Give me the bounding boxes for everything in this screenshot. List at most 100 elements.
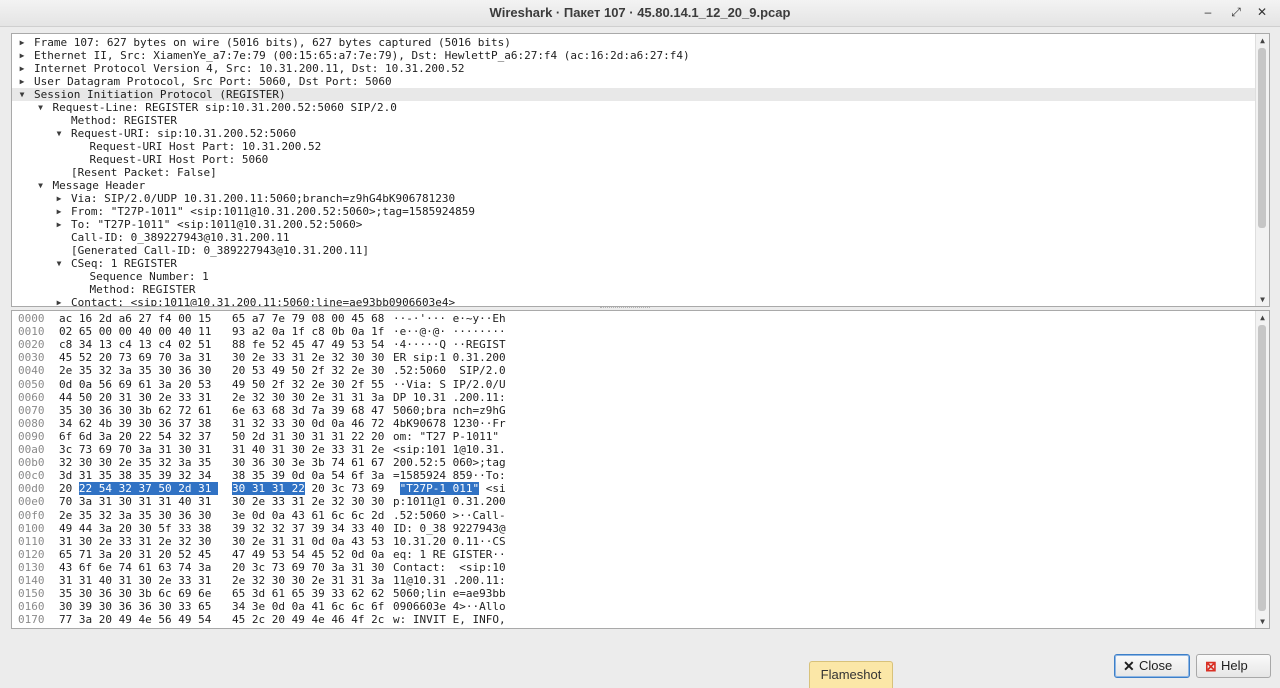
expand-arrow-icon[interactable]: ▶ — [17, 49, 27, 62]
hex-row[interactable]: 0090 6f 6d 3a 20 22 54 32 37 50 2d 31 30 3… — [12, 430, 1255, 443]
hex-bytes-left: 30 39 30 36 36 30 33 65 — [59, 600, 212, 614]
hex-row[interactable]: 0130 43 6f 6e 74 61 63 74 3a 20 3c 73 69 7… — [12, 561, 1255, 574]
hex-row[interactable]: 0040 2e 35 32 3a 35 30 36 30 20 53 49 50 2… — [12, 364, 1255, 377]
hex-offset: 0120 — [18, 547, 45, 561]
hex-row[interactable]: 0160 30 39 30 36 36 30 33 65 34 3e 0d 0a 4… — [12, 600, 1255, 613]
help-button[interactable]: ⊠ Help — [1196, 654, 1271, 678]
tree-row[interactable]: ▶ Frame 107: 627 bytes on wire (5016 bits… — [12, 36, 1255, 49]
scroll-down-arrow-icon[interactable]: ▼ — [1256, 293, 1269, 306]
scroll-up-arrow-icon[interactable]: ▲ — [1256, 34, 1269, 47]
minimize-button[interactable]: – — [1198, 3, 1218, 21]
hex-row[interactable]: 0050 0d 0a 56 69 61 3a 20 53 49 50 2f 32 2… — [12, 378, 1255, 391]
hex-bytes-right: 45 2c 20 49 4e 46 4f 2c — [232, 613, 385, 627]
hex-row[interactable]: 0020 c8 34 13 c4 13 c4 02 51 88 fe 52 45 4… — [12, 338, 1255, 351]
hex-row[interactable]: 0150 35 30 36 30 3b 6c 69 6e 65 3d 61 65 3… — [12, 587, 1255, 600]
scroll-down-arrow-icon[interactable]: ▼ — [1256, 615, 1269, 628]
tree-row[interactable]: ▶ Via: SIP/2.0/UDP 10.31.200.11:5060;bran… — [12, 192, 1255, 205]
tree-row[interactable]: ▼ Message Header — [12, 179, 1255, 192]
hex-row[interactable]: 0080 34 62 4b 39 30 36 37 38 31 32 33 30 0… — [12, 417, 1255, 430]
hex-row[interactable]: 0060 44 50 20 31 30 2e 33 31 2e 32 30 30 2… — [12, 391, 1255, 404]
collapse-arrow-icon[interactable]: ▼ — [36, 101, 46, 114]
hex-vertical-scrollbar[interactable]: ▲ ▼ — [1255, 311, 1269, 628]
tree-row[interactable]: [Resent Packet: False] — [12, 166, 1255, 179]
collapse-arrow-icon[interactable]: ▼ — [36, 179, 46, 192]
hex-row[interactable]: 00e0 70 3a 31 30 31 31 40 31 30 2e 33 31 2… — [12, 495, 1255, 508]
tree-row[interactable]: Request-URI Host Port: 5060 — [12, 153, 1255, 166]
tree-row[interactable]: ▼ Request-Line: REGISTER sip:10.31.200.52… — [12, 101, 1255, 114]
hex-ascii: ER sip:1 0.31.200 — [393, 351, 506, 365]
hex-offset: 0130 — [18, 560, 45, 574]
tree-row[interactable]: ▼ CSeq: 1 REGISTER — [12, 257, 1255, 270]
hex-bytes-right: 20 3c 73 69 70 3a 31 30 — [232, 560, 385, 574]
tree-row[interactable]: ▼ Request-URI: sip:10.31.200.52:5060 — [12, 127, 1255, 140]
close-window-button[interactable]: ✕ — [1252, 3, 1272, 21]
tree-row[interactable]: Method: REGISTER — [12, 283, 1255, 296]
hex-bytes-right: 30 2e 31 31 0d 0a 43 53 — [232, 534, 385, 548]
tree-row[interactable]: Call-ID: 0_389227943@10.31.200.11 — [12, 231, 1255, 244]
hex-row[interactable]: 0100 49 44 3a 20 30 5f 33 38 39 32 32 37 3… — [12, 522, 1255, 535]
hex-row[interactable]: 00f0 2e 35 32 3a 35 30 36 30 3e 0d 0a 43 6… — [12, 509, 1255, 522]
scroll-up-arrow-icon[interactable]: ▲ — [1256, 311, 1269, 324]
tree-row[interactable]: ▶ Ethernet II, Src: XiamenYe_a7:7e:79 (00… — [12, 49, 1255, 62]
scroll-thumb[interactable] — [1258, 48, 1266, 228]
hex-bytes-left: 31 30 2e 33 31 2e 32 30 — [59, 534, 212, 548]
expand-arrow-icon[interactable]: ▶ — [54, 192, 64, 205]
hex-ascii: w: INVIT E, INFO, — [393, 613, 506, 627]
expand-arrow-icon[interactable]: ▶ — [54, 296, 64, 306]
hex-row[interactable]: 0140 31 31 40 31 30 2e 33 31 2e 32 30 30 2… — [12, 574, 1255, 587]
hex-bytes-left: 70 3a 31 30 31 31 40 31 — [59, 495, 212, 509]
tree-row[interactable]: Sequence Number: 1 — [12, 270, 1255, 283]
hex-row[interactable]: 0000 ac 16 2d a6 27 f4 00 15 65 a7 7e 79 0… — [12, 312, 1255, 325]
scroll-thumb[interactable] — [1258, 325, 1266, 611]
hex-bytes-right: 20 53 49 50 2f 32 2e 30 — [232, 364, 385, 378]
hex-bytes-left: 3c 73 69 70 3a 31 30 31 — [59, 443, 212, 456]
packet-bytes-pane[interactable]: 0000 ac 16 2d a6 27 f4 00 15 65 a7 7e 79 0… — [11, 310, 1270, 629]
hex-bytes-right: 93 a2 0a 1f c8 0b 0a 1f — [232, 325, 385, 339]
tree-row[interactable]: ▶ Internet Protocol Version 4, Src: 10.31… — [12, 62, 1255, 75]
hex-row[interactable]: 00c0 3d 31 35 38 35 39 32 34 38 35 39 0d 0… — [12, 469, 1255, 482]
flameshot-taskbar-item[interactable]: Flameshot — [809, 661, 893, 688]
restore-button[interactable]: ⤢ — [1226, 3, 1246, 21]
expand-arrow-icon[interactable]: ▶ — [17, 36, 27, 49]
hex-offset: 0160 — [18, 600, 45, 614]
hex-bytes-left: 34 62 4b 39 30 36 37 38 — [59, 416, 212, 430]
collapse-arrow-icon[interactable]: ▼ — [54, 127, 64, 140]
hex-bytes-left: 6f 6d 3a 20 22 54 32 37 — [59, 429, 212, 443]
tree-row[interactable]: [Generated Call-ID: 0_389227943@10.31.20… — [12, 244, 1255, 257]
hex-bytes-right: 30 2e 33 31 2e 32 30 30 — [232, 495, 385, 509]
hex-row[interactable]: 0030 45 52 20 73 69 70 3a 31 30 2e 33 31 2… — [12, 351, 1255, 364]
hex-row[interactable]: 00b0 32 30 30 2e 35 32 3a 35 30 36 30 3e 3… — [12, 456, 1255, 469]
hex-bytes-left: c8 34 13 c4 13 c4 02 51 — [59, 338, 212, 352]
hex-row[interactable]: 00a0 3c 73 69 70 3a 31 30 31 31 40 31 30 2… — [12, 443, 1255, 456]
hex-bytes-right: 47 49 53 54 45 52 0d 0a — [232, 547, 385, 561]
tree-row[interactable]: ▶ User Datagram Protocol, Src Port: 5060,… — [12, 75, 1255, 88]
expand-arrow-icon[interactable]: ▶ — [17, 62, 27, 75]
close-button[interactable]: ✕ Close — [1114, 654, 1190, 678]
expand-arrow-icon[interactable]: ▶ — [54, 218, 64, 231]
tree-row[interactable]: ▼ Session Initiation Protocol (REGISTER) — [12, 88, 1255, 101]
tree-row[interactable]: ▶ Contact: <sip:1011@10.31.200.11:5060;li… — [12, 296, 1255, 306]
packet-details-tree[interactable]: ▶ Frame 107: 627 bytes on wire (5016 bits… — [11, 33, 1270, 307]
title-bar: Wireshark · Пакет 107 · 45.80.14.1_12_20… — [0, 0, 1280, 27]
hex-offset: 0010 — [18, 325, 45, 339]
hex-row[interactable]: 0110 31 30 2e 33 31 2e 32 30 30 2e 31 31 0… — [12, 535, 1255, 548]
expand-arrow-icon[interactable]: ▶ — [17, 75, 27, 88]
expand-arrow-icon[interactable]: ▶ — [54, 205, 64, 218]
tree-vertical-scrollbar[interactable]: ▲ ▼ — [1255, 34, 1269, 306]
collapse-arrow-icon[interactable]: ▼ — [17, 88, 27, 101]
hex-row[interactable]: 0070 35 30 36 30 3b 62 72 61 6e 63 68 3d 7… — [12, 404, 1255, 417]
hex-offset: 00d0 — [18, 482, 45, 496]
hex-row[interactable]: 0120 65 71 3a 20 31 20 52 45 47 49 53 54 4… — [12, 548, 1255, 561]
hex-row[interactable]: 0010 02 65 00 00 40 00 40 11 93 a2 0a 1f c… — [12, 325, 1255, 338]
tree-row[interactable]: Request-URI Host Part: 10.31.200.52 — [12, 140, 1255, 153]
collapse-arrow-icon[interactable]: ▼ — [54, 257, 64, 270]
hex-row[interactable]: 00d0 20 22 54 32 37 50 2d 31 30 31 31 22 … — [12, 482, 1255, 496]
tree-row[interactable]: ▶ To: "T27P-1011" <sip:1011@10.31.200.52:… — [12, 218, 1255, 231]
hex-bytes-right: 65 3d 61 65 39 33 62 62 — [232, 587, 385, 601]
tree-row[interactable]: Method: REGISTER — [12, 114, 1255, 127]
tree-row-text: To: "T27P-1011" <sip:1011@10.31.200.52:5… — [71, 218, 363, 231]
hex-bytes-right: 6e 63 68 3d 7a 39 68 47 — [232, 403, 385, 417]
hex-bytes-right: 50 2d 31 30 31 31 22 20 — [232, 429, 385, 443]
hex-row[interactable]: 0170 77 3a 20 49 4e 56 49 54 45 2c 20 49 4… — [12, 613, 1255, 626]
tree-row[interactable]: ▶ From: "T27P-1011" <sip:1011@10.31.200.5… — [12, 205, 1255, 218]
